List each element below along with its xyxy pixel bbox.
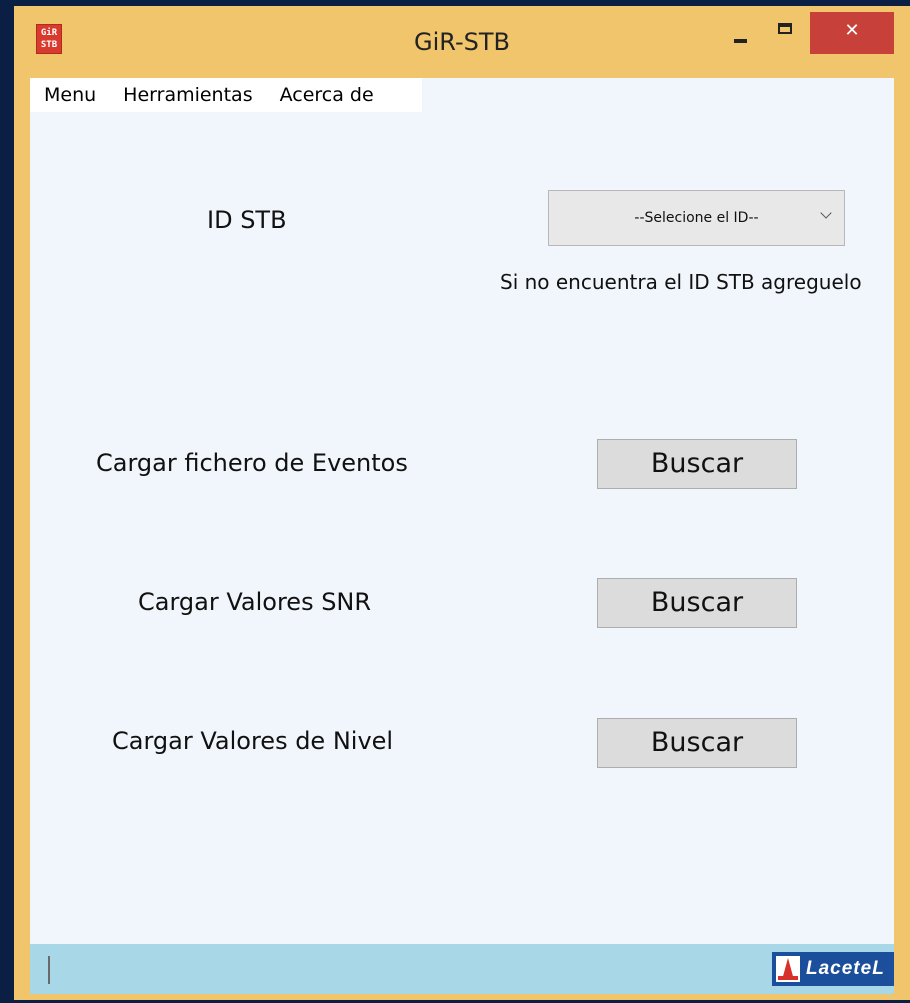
buscar-snr-button[interactable]: Buscar bbox=[597, 578, 797, 628]
status-bar: LaceteL bbox=[30, 944, 894, 994]
menu-item-herramientas[interactable]: Herramientas bbox=[123, 84, 252, 106]
eventos-label: Cargar fichero de Eventos bbox=[96, 449, 408, 477]
id-stb-select[interactable]: --Selecione el ID-- bbox=[548, 190, 845, 246]
buscar-eventos-button[interactable]: Buscar bbox=[597, 439, 797, 489]
minimize-button[interactable] bbox=[724, 12, 764, 54]
menu-bar: Menu Herramientas Acerca de bbox=[30, 78, 422, 112]
id-stb-hint: Si no encuentra el ID STB agreguelo bbox=[500, 270, 862, 294]
lacetel-logo-icon bbox=[776, 956, 800, 982]
lacetel-logo-text: LaceteL bbox=[806, 958, 885, 979]
buscar-nivel-button[interactable]: Buscar bbox=[597, 718, 797, 768]
id-stb-label: ID STB bbox=[207, 206, 287, 234]
app-window: GiR STB GiR-STB ✕ Menu Herramientas Acerc… bbox=[14, 6, 910, 1000]
menu-item-acerca-de[interactable]: Acerca de bbox=[280, 84, 374, 106]
status-divider bbox=[48, 956, 50, 984]
maximize-button[interactable] bbox=[766, 12, 808, 54]
client-area: Menu Herramientas Acerca de ID STB --Sel… bbox=[30, 78, 894, 994]
title-bar[interactable]: GiR STB GiR-STB ✕ bbox=[14, 6, 910, 78]
close-button[interactable]: ✕ bbox=[810, 12, 894, 54]
snr-label: Cargar Valores SNR bbox=[138, 588, 372, 616]
lacetel-logo: LaceteL bbox=[772, 952, 894, 986]
id-stb-select-value: --Selecione el ID-- bbox=[634, 210, 759, 226]
menu-item-menu[interactable]: Menu bbox=[44, 84, 96, 106]
nivel-label: Cargar Valores de Nivel bbox=[112, 727, 394, 755]
close-icon: ✕ bbox=[844, 20, 860, 41]
